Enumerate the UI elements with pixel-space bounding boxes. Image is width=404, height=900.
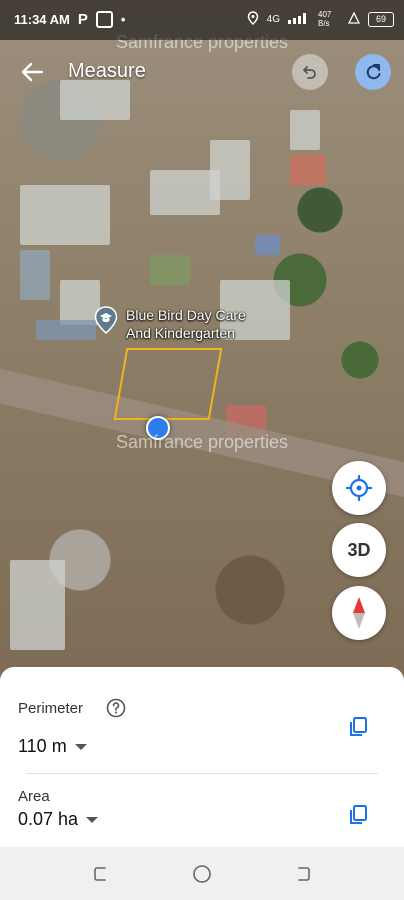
poi-label-line1: Blue Bird Day Care: [126, 307, 246, 323]
dropdown-caret-icon: [74, 743, 87, 750]
school-pin-icon: [94, 306, 118, 334]
compass-button[interactable]: [332, 586, 386, 640]
area-value: 0.07 ha: [18, 809, 79, 829]
redo-button[interactable]: [355, 54, 391, 90]
copy-area-button[interactable]: [346, 803, 370, 827]
measured-area-outline[interactable]: [113, 348, 223, 420]
back-button[interactable]: [16, 56, 48, 88]
back-nav-icon: [298, 867, 310, 881]
divider: [26, 773, 378, 774]
back-nav-button[interactable]: [292, 863, 314, 885]
undo-button[interactable]: [292, 54, 328, 90]
my-location-button[interactable]: [332, 461, 386, 515]
redo-icon: [366, 64, 381, 80]
data-speed: 407 B/s: [318, 10, 332, 28]
parking-icon: P: [77, 11, 88, 28]
area-unit-dropdown[interactable]: 0.07 ha: [18, 809, 99, 830]
measurement-sheet: Perimeter 110 m Area 0.07 ha: [0, 667, 404, 847]
app-notification-icon: [95, 11, 113, 28]
help-button[interactable]: [106, 698, 126, 718]
battery-level: 69: [375, 14, 386, 24]
back-arrow-icon: [21, 62, 43, 82]
home-circle-icon: [193, 865, 211, 883]
home-button[interactable]: [191, 863, 213, 885]
copy-icon: [350, 805, 367, 824]
poi-marker-blue-bird[interactable]: Blue Bird Day Care And Kindergarten: [94, 306, 246, 342]
watermark-middle: Samfrance properties: [115, 432, 289, 452]
poi-label-line2: And Kindergarten: [126, 325, 235, 341]
top-app-bar: Measure: [0, 50, 404, 94]
copy-perimeter-button[interactable]: [346, 715, 370, 739]
page-title: Measure: [68, 60, 146, 82]
perimeter-value: 110 m: [18, 736, 67, 756]
perimeter-label: Perimeter: [18, 700, 84, 717]
battery-icon: 69: [368, 11, 394, 27]
system-navigation-bar: [0, 847, 404, 900]
compass-icon: [353, 597, 365, 629]
notification-dot-icon: •: [120, 12, 126, 27]
recents-icon: [94, 867, 106, 881]
recents-button[interactable]: [90, 863, 112, 885]
three-d-toggle-button[interactable]: 3D: [332, 523, 386, 577]
perimeter-unit-dropdown[interactable]: 110 m: [18, 736, 87, 757]
status-bar: 11:34 AM P • 4G 407 B/s 69: [0, 0, 404, 40]
satellite-map[interactable]: Blue Bird Day Care And Kindergarten Samf…: [0, 0, 404, 690]
dropdown-caret-icon: [86, 816, 99, 823]
location-status-icon: [247, 10, 259, 28]
copy-icon: [350, 717, 367, 736]
undo-icon: [303, 66, 316, 79]
crosshair-icon: [345, 474, 373, 502]
status-time: 11:34 AM: [14, 12, 70, 27]
area-label: Area: [18, 788, 50, 805]
signal-icon: [288, 12, 310, 27]
help-icon: [106, 698, 126, 718]
map-buildings: [0, 0, 404, 690]
poi-label: Blue Bird Day Care And Kindergarten: [126, 306, 246, 342]
network-type: 4G: [266, 13, 280, 25]
three-d-label: 3D: [347, 539, 371, 560]
alert-icon: [347, 11, 361, 27]
